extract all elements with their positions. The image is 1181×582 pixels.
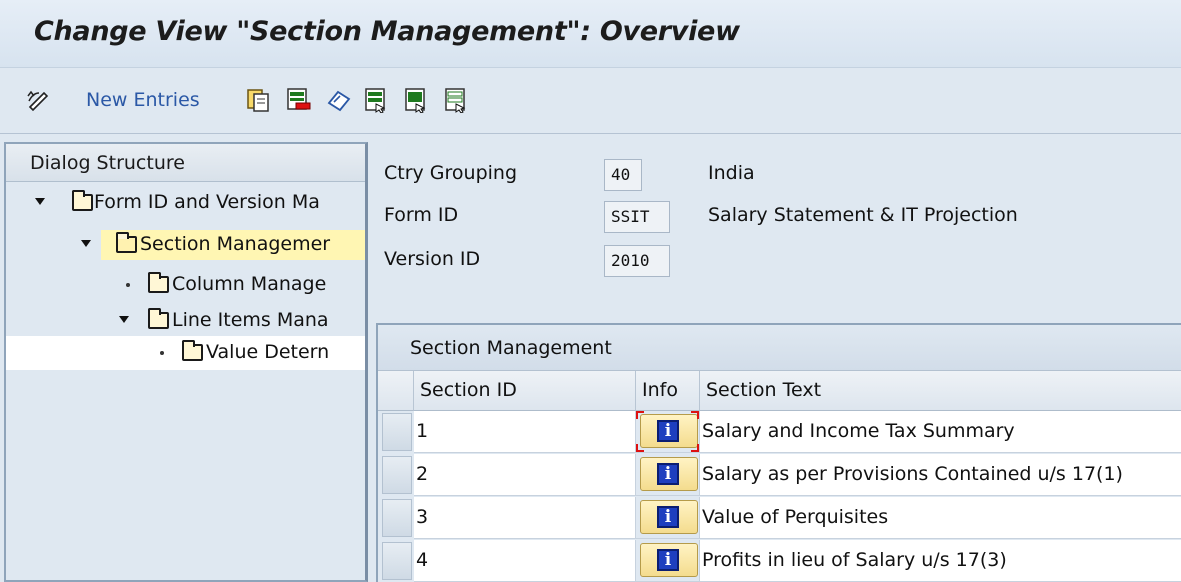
section-text-cell[interactable]: Salary as per Provisions Contained u/s 1… [700,454,1181,496]
copy-as-icon [247,89,269,112]
ctry-grouping-field[interactable]: 40 [604,159,642,191]
expand-triangle-icon[interactable] [81,240,91,247]
dialog-structure-title: Dialog Structure [30,152,185,174]
column-header-info[interactable]: Info [636,371,700,411]
select-all-rows-header[interactable] [378,371,414,411]
tree-node-value-determination[interactable]: Value Detern [6,336,365,370]
folder-icon [72,190,93,211]
field-row-ctry-grouping: Ctry Grouping 40 India [372,152,1181,192]
information-icon: i [657,506,679,528]
info-cell: i [636,540,700,582]
section-management-table: Section Management Section ID Info Secti… [376,323,1181,582]
column-header-label: Section Text [706,379,822,401]
tree-node-label: Column Manage [172,273,327,295]
info-button[interactable]: i [640,500,698,534]
section-text-value: Salary and Income Tax Summary [702,420,1015,442]
section-id-value: 1 [416,420,429,442]
field-row-version-id: Version ID 2010 [372,238,1181,278]
tree-node-label: Section Managemer [140,233,331,255]
select-all-icon [365,88,386,113]
field-label: Ctry Grouping [384,162,518,184]
dialog-structure-header: Dialog Structure [6,144,365,182]
leaf-bullet-icon [126,283,130,287]
select-block-icon [405,88,426,113]
column-header-section-id[interactable]: Section ID [414,371,636,411]
new-entries-button[interactable]: New Entries [86,86,200,114]
section-text-value: Profits in lieu of Salary u/s 17(3) [702,549,1007,571]
table-title-bar: Section Management [378,325,1181,371]
info-cell: i [636,454,700,496]
expand-triangle-icon[interactable] [35,198,45,205]
info-button[interactable]: i [640,457,698,491]
section-id-cell[interactable]: 1 [414,411,636,453]
undo-change-button[interactable] [326,86,352,114]
tree-node-column-management[interactable]: Column Manage [6,268,365,302]
section-id-cell[interactable]: 2 [414,454,636,496]
info-button[interactable]: i [640,543,698,577]
info-button[interactable]: i [640,414,698,448]
tree-node-section-management[interactable]: Section Managemer [6,228,365,262]
section-text-value: Salary as per Provisions Contained u/s 1… [702,463,1123,485]
information-icon: i [657,463,679,485]
section-text-cell[interactable]: Profits in lieu of Salary u/s 17(3) [700,540,1181,582]
open-folder-icon [116,232,137,253]
expand-triangle-icon[interactable] [119,316,129,323]
display-change-button[interactable] [26,86,52,114]
focus-corner [636,411,644,419]
tree-node-label: Value Detern [206,341,330,363]
application-toolbar: New Entries [0,68,1181,134]
tree-node-label: Form ID and Version Ma [94,191,320,213]
copy-as-button[interactable] [246,86,270,114]
tree-node-label: Line Items Mana [172,309,329,331]
field-description: Salary Statement & IT Projection [708,204,1018,226]
new-entries-label: New Entries [86,89,200,111]
row-selector[interactable] [382,456,412,494]
column-header-label: Info [642,379,678,401]
field-label: Version ID [384,248,481,270]
section-text-cell[interactable]: Value of Perquisites [700,497,1181,539]
select-all-button[interactable] [364,86,388,114]
field-label: Form ID [384,204,459,226]
delete-button[interactable] [286,86,312,114]
row-selector[interactable] [382,413,412,451]
section-id-value: 2 [416,463,429,485]
field-description: India [708,162,755,184]
table-title: Section Management [410,337,612,359]
title-bar: Change View "Section Management": Overvi… [0,0,1181,68]
undo-change-icon [327,90,351,112]
leaf-bullet-icon [160,351,164,355]
select-block-button[interactable] [404,86,428,114]
information-icon: i [657,549,679,571]
info-cell: i [636,411,700,453]
display-change-icon [27,90,49,112]
folder-icon [148,272,169,293]
info-cell: i [636,497,700,539]
section-id-value: 4 [416,549,429,571]
column-header-label: Section ID [420,379,517,401]
deselect-all-button[interactable] [444,86,468,114]
section-text-value: Value of Perquisites [702,506,889,528]
tree-node-form-id-version[interactable]: Form ID and Version Ma [6,186,365,220]
section-id-cell[interactable]: 4 [414,540,636,582]
section-text-cell[interactable]: Salary and Income Tax Summary [700,411,1181,453]
section-id-value: 3 [416,506,429,528]
row-selector[interactable] [382,542,412,580]
focus-corner [691,411,699,419]
information-icon: i [657,420,679,442]
focus-corner [636,444,644,452]
page-title: Change View "Section Management": Overvi… [34,16,740,47]
form-id-field[interactable]: SSIT [604,201,670,233]
delete-icon [287,88,311,110]
version-id-field[interactable]: 2010 [604,245,670,277]
folder-icon [148,308,169,329]
row-selector[interactable] [382,499,412,537]
tree-node-line-items-management[interactable]: Line Items Mana [6,304,365,338]
folder-icon [182,340,203,361]
dialog-structure-panel: Dialog Structure Form ID and Version Ma … [4,142,368,582]
column-header-section-text[interactable]: Section Text [700,371,1181,411]
section-id-cell[interactable]: 3 [414,497,636,539]
deselect-all-icon [445,88,466,113]
field-row-form-id: Form ID SSIT Salary Statement & IT Proje… [372,194,1181,234]
focus-corner [691,444,699,452]
